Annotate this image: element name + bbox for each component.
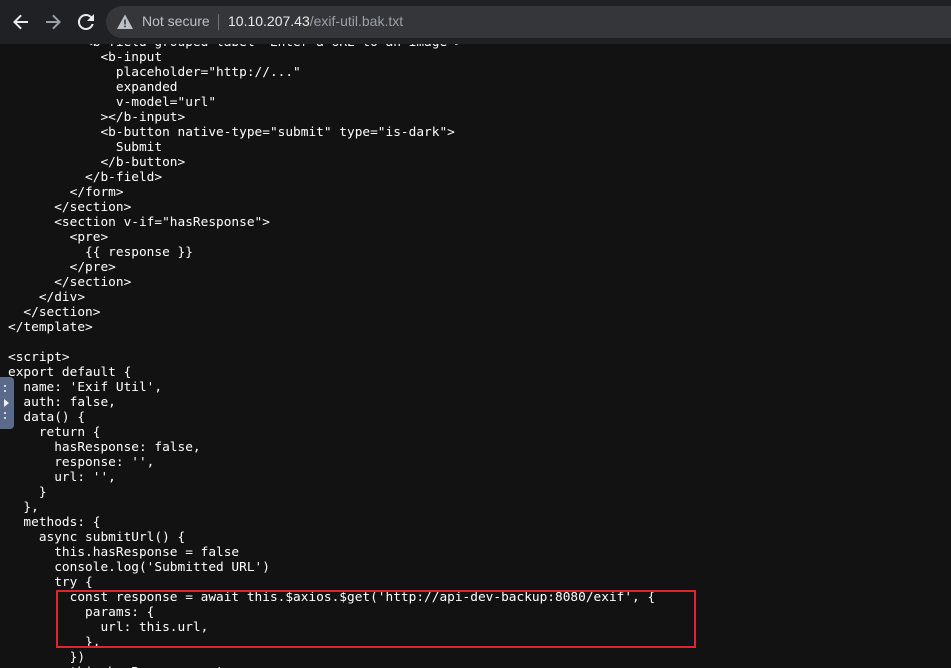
code-line: </b-button> — [8, 155, 186, 170]
arrow-left-icon — [13, 14, 28, 30]
code-line: hasResponse: false, — [8, 440, 201, 455]
url-path: /exif-util.bak.txt — [309, 13, 404, 29]
code-line: v-model="url" — [8, 95, 217, 110]
code-line: ></b-input> — [8, 110, 186, 125]
reload-button[interactable] — [72, 8, 100, 36]
expand-arrow-icon — [4, 399, 9, 407]
code-line: }) — [8, 650, 86, 665]
warning-triangle-icon — [117, 14, 133, 29]
back-button[interactable] — [7, 8, 35, 36]
highlight-box — [56, 590, 696, 648]
code-line: Submit — [8, 140, 163, 155]
source-code-view: <b-field grouped label="Enter a URL to a… — [8, 44, 655, 668]
code-line: return { — [8, 425, 101, 440]
address-bar[interactable]: Not secure 10.10.207.43/exif-util.bak.tx… — [106, 6, 951, 38]
code-line: </pre> — [8, 260, 116, 275]
code-line: methods: { — [8, 515, 101, 530]
code-line: </form> — [8, 185, 124, 200]
arrow-right-icon — [46, 14, 61, 30]
url-host: 10.10.207.43 — [228, 13, 310, 29]
handle-grip-dot — [4, 412, 6, 414]
code-line: </section> — [8, 275, 132, 290]
code-line: {{ response }} — [8, 245, 193, 260]
code-line: } — [8, 485, 47, 500]
code-line: </template> — [8, 320, 93, 335]
omnibox-divider — [218, 14, 219, 30]
code-line: </section> — [8, 200, 132, 215]
code-line: }, — [8, 500, 39, 515]
code-line: </section> — [8, 305, 101, 320]
side-panel-handle[interactable] — [0, 377, 14, 429]
code-line: async submitUrl() { — [8, 530, 186, 545]
code-line: try { — [8, 575, 93, 590]
code-line: name: 'Exif Util', — [8, 380, 163, 395]
code-line: </div> — [8, 290, 86, 305]
code-line: expanded — [8, 80, 178, 95]
code-line: auth: false, — [8, 395, 116, 410]
code-line: export default { — [8, 365, 132, 380]
code-line: <b-input — [8, 50, 163, 65]
code-line: this.hasResponse = false — [8, 545, 240, 560]
handle-grip-dot — [4, 385, 6, 387]
browser-toolbar: Not secure 10.10.207.43/exif-util.bak.tx… — [0, 0, 951, 44]
code-line: <section v-if="hasResponse"> — [8, 215, 270, 230]
code-line: response: '', — [8, 455, 155, 470]
code-line: console.log('Submitted URL') — [8, 560, 270, 575]
code-line: </b-field> — [8, 170, 163, 185]
forward-button[interactable] — [39, 8, 67, 36]
code-line: <pre> — [8, 230, 109, 245]
code-line: <script> — [8, 350, 70, 365]
handle-grip-dot — [4, 417, 6, 419]
handle-grip-dot — [4, 390, 6, 392]
code-line: url: '', — [8, 470, 116, 485]
code-line: <b-button native-type="submit" type="is-… — [8, 125, 455, 140]
code-line: placeholder="http://..." — [8, 65, 301, 80]
code-line: data() { — [8, 410, 86, 425]
reload-icon — [77, 13, 94, 30]
url-text[interactable]: 10.10.207.43/exif-util.bak.txt — [228, 13, 403, 29]
page-content: <b-field grouped label="Enter a URL to a… — [0, 44, 951, 668]
security-status-label[interactable]: Not secure — [142, 13, 210, 29]
